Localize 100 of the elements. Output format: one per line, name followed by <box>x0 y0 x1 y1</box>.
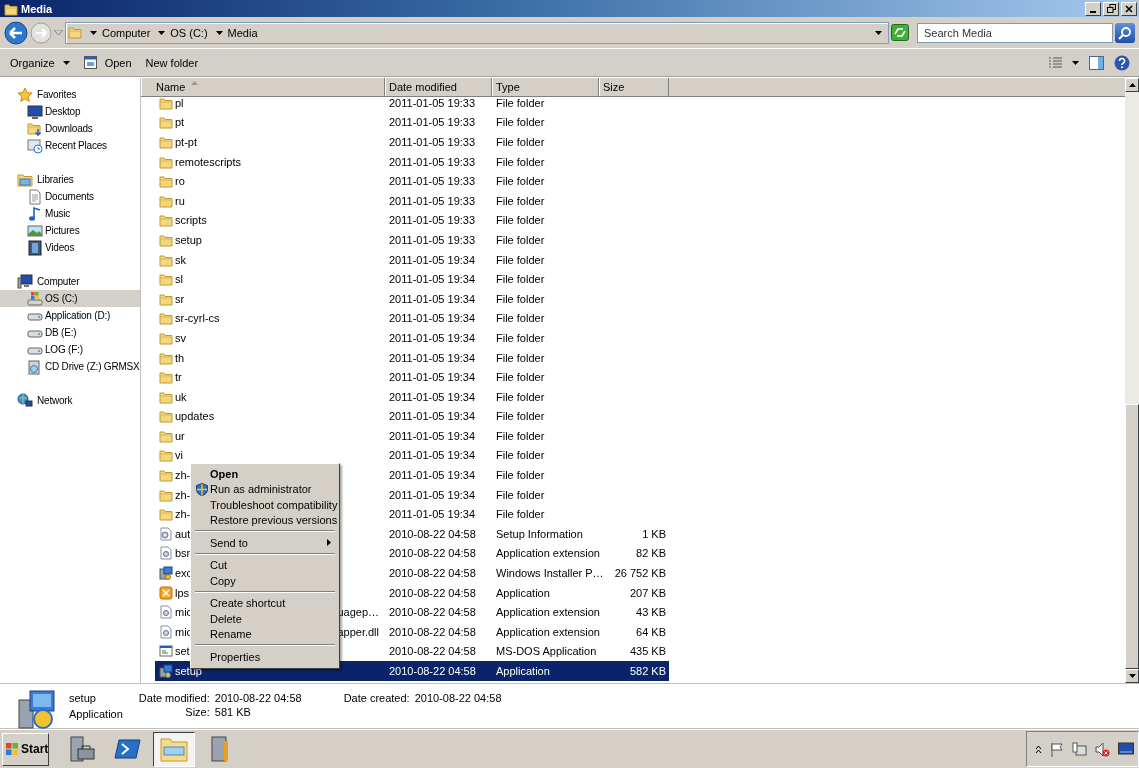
sidebar-item[interactable]: Application (D:) <box>0 307 140 324</box>
menu-item[interactable]: Copy <box>193 573 337 589</box>
file-type: File folder <box>495 351 546 364</box>
speaker-muted-icon[interactable] <box>1095 741 1110 757</box>
address-bar[interactable]: Computer OS (C:) Media <box>65 21 889 44</box>
flag-icon[interactable] <box>1050 741 1064 757</box>
caret-icon[interactable] <box>875 30 882 35</box>
folder-icon <box>159 370 173 385</box>
column-header[interactable]: Date modified <box>385 78 492 96</box>
monitor-icon[interactable] <box>1118 742 1134 756</box>
sidebar-item[interactable]: Computer <box>0 273 140 290</box>
field-value: 581 KB <box>214 706 252 718</box>
file-name[interactable]: scripts <box>175 214 207 227</box>
file-name[interactable]: pt-pt <box>175 136 197 148</box>
up-arrow-icon[interactable] <box>1128 83 1136 87</box>
sidebar-item[interactable]: Recent Places <box>0 137 140 154</box>
scrollbar[interactable] <box>1125 78 1139 683</box>
file-name[interactable]: zh- <box>175 508 191 521</box>
caret-icon[interactable] <box>158 30 166 35</box>
sidebar-item[interactable]: Libraries <box>0 171 140 188</box>
file-name[interactable]: ru <box>175 194 185 207</box>
sidebar-item[interactable]: Downloads <box>0 120 140 137</box>
menu-item[interactable]: Rename <box>193 626 337 642</box>
sidebar-item[interactable]: Favorites <box>0 86 140 103</box>
library-icon <box>17 171 33 188</box>
caret-icon[interactable] <box>215 30 223 35</box>
organize-menu[interactable]: Organize <box>4 53 76 72</box>
sidebar-item[interactable]: CD Drive (Z:) GRMSX <box>0 358 140 375</box>
file-name[interactable]: sk <box>175 253 186 266</box>
menu-item[interactable]: Run as administrator <box>193 481 337 497</box>
close-button[interactable] <box>1121 1 1137 16</box>
menu-item[interactable]: Restore previous versions <box>193 512 337 528</box>
column-header[interactable]: Type <box>492 78 599 96</box>
file-name[interactable]: uk <box>175 390 187 403</box>
back-button[interactable] <box>4 20 28 45</box>
menu-item[interactable]: Cut <box>193 557 337 573</box>
file-name[interactable]: bsr <box>175 547 191 560</box>
file-name[interactable]: pl <box>175 97 184 109</box>
menu-item[interactable]: Send to <box>193 535 337 551</box>
file-name[interactable]: th <box>175 351 185 364</box>
menu-item[interactable]: Open <box>193 466 337 482</box>
file-name[interactable]: setup <box>175 233 202 246</box>
sidebar-item[interactable]: Music <box>0 205 140 222</box>
chevron-up-icon[interactable] <box>1035 744 1042 754</box>
sidebar-item[interactable]: Network <box>0 392 140 409</box>
file-name[interactable]: setup <box>175 665 202 677</box>
refresh-button[interactable] <box>891 24 909 41</box>
taskbar-button[interactable] <box>153 731 195 767</box>
column-header[interactable]: Size <box>599 78 669 96</box>
breadcrumb-item[interactable]: Media <box>227 26 258 39</box>
sidebar-item[interactable]: Pictures <box>0 222 140 239</box>
search-field[interactable]: Search Media <box>917 22 1113 43</box>
sidebar-item[interactable]: Documents <box>0 188 140 205</box>
sidebar-item[interactable]: LOG (F:) <box>0 341 140 358</box>
breadcrumb-item[interactable]: OS (C:) <box>170 26 208 39</box>
column-header[interactable]: Name <box>141 78 385 96</box>
file-size: 82 KB <box>635 547 667 560</box>
file-name[interactable]: tr <box>175 371 182 384</box>
file-name[interactable]: zh- <box>175 488 191 501</box>
file-name[interactable]: sr-cyrl-cs <box>175 312 220 325</box>
file-name[interactable]: updates <box>175 410 215 423</box>
sidebar-item[interactable]: OS (C:) <box>0 290 140 307</box>
cd-drive-icon <box>27 358 43 375</box>
file-name[interactable]: pt <box>175 116 185 129</box>
sidebar-item[interactable]: DB (E:) <box>0 324 140 341</box>
file-name[interactable]: sv <box>175 331 186 344</box>
file-name[interactable]: ro <box>175 175 185 188</box>
file-type: File folder <box>495 273 546 286</box>
folder-icon <box>159 115 173 130</box>
recent-places-icon <box>27 137 43 154</box>
restore-button[interactable] <box>1103 1 1119 16</box>
toolbar-button[interactable]: Open <box>77 53 138 72</box>
minimize-button[interactable] <box>1085 1 1101 16</box>
search-button[interactable] <box>1115 22 1135 43</box>
file-name[interactable]: set <box>175 645 190 658</box>
details-view-icon <box>1048 56 1062 69</box>
file-name[interactable]: ur <box>175 429 185 442</box>
breadcrumb-item[interactable]: Computer <box>102 26 151 39</box>
file-name[interactable]: sr <box>175 292 185 305</box>
caret-icon[interactable] <box>90 30 97 35</box>
file-name[interactable]: vi <box>175 449 183 462</box>
close-icon <box>1125 4 1133 13</box>
file-name[interactable]: zh- <box>175 469 191 482</box>
toolbar-button[interactable]: New folder <box>139 53 205 72</box>
file-name[interactable]: lps <box>175 586 190 599</box>
sidebar-item[interactable]: Videos <box>0 239 140 256</box>
file-size: 582 KB <box>628 665 667 677</box>
file-type: File folder <box>495 233 546 246</box>
down-arrow-icon[interactable] <box>1128 674 1136 678</box>
menu-item[interactable]: Delete <box>193 611 337 627</box>
menu-item[interactable]: Troubleshoot compatibility <box>193 497 337 513</box>
window-icon <box>159 644 173 659</box>
sidebar-item[interactable]: Desktop <box>0 103 140 120</box>
start-button[interactable]: Start <box>2 732 49 766</box>
file-name[interactable]: sl <box>175 273 183 286</box>
file-name[interactable]: aut <box>175 527 191 540</box>
menu-item[interactable]: Create shortcut <box>193 595 337 611</box>
file-name[interactable]: remotescripts <box>175 155 242 168</box>
drive-icon <box>27 290 43 307</box>
network-icon[interactable] <box>1072 741 1087 757</box>
